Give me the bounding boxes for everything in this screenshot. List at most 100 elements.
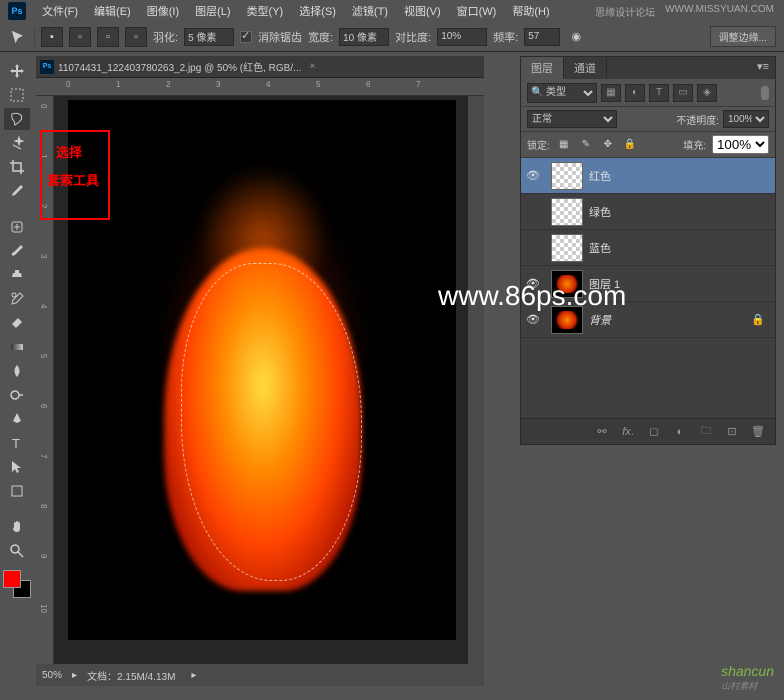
delete-layer-icon[interactable]: 🗑 bbox=[749, 423, 767, 441]
blur-tool[interactable] bbox=[4, 360, 30, 382]
panels: 图层 通道 ▾≡ 🔍 类型 ▦ ◐ T ▭ ◈ 正常 不透明度: 100% 锁定… bbox=[520, 56, 776, 447]
healing-brush-tool[interactable] bbox=[4, 216, 30, 238]
layer-thumbnail[interactable] bbox=[551, 198, 583, 226]
brush-tool[interactable] bbox=[4, 240, 30, 262]
menu-edit[interactable]: 编辑(E) bbox=[88, 1, 137, 21]
path-selection-tool[interactable] bbox=[4, 456, 30, 478]
pen-pressure-icon[interactable]: ◉ bbox=[566, 27, 586, 47]
width-input[interactable] bbox=[339, 28, 389, 46]
annotation-line1: 选择 bbox=[56, 142, 82, 161]
shape-tool[interactable] bbox=[4, 480, 30, 502]
doc-info-icon[interactable]: ▸ bbox=[72, 670, 77, 681]
magic-wand-tool[interactable] bbox=[4, 132, 30, 154]
layers-panel: 图层 通道 ▾≡ 🔍 类型 ▦ ◐ T ▭ ◈ 正常 不透明度: 100% 锁定… bbox=[520, 56, 776, 445]
zoom-tool[interactable] bbox=[4, 540, 30, 562]
antialias-checkbox[interactable] bbox=[240, 31, 252, 43]
lock-pixels-icon[interactable]: ✎ bbox=[578, 137, 594, 153]
clone-stamp-tool[interactable] bbox=[4, 264, 30, 286]
lasso-tool[interactable] bbox=[4, 108, 30, 130]
hand-tool[interactable] bbox=[4, 516, 30, 538]
layer-row[interactable]: 蓝色 bbox=[521, 230, 775, 266]
scrollbar-vertical[interactable] bbox=[468, 96, 484, 664]
feather-input[interactable] bbox=[184, 28, 234, 46]
fill-input[interactable]: 100% bbox=[712, 135, 769, 154]
blend-mode-select[interactable]: 正常 bbox=[527, 110, 617, 128]
pen-tool[interactable] bbox=[4, 408, 30, 430]
visibility-toggle[interactable]: 👁 bbox=[521, 169, 545, 182]
tool-preset-icon[interactable] bbox=[8, 27, 28, 47]
selection-marquee bbox=[181, 263, 363, 582]
color-swatches[interactable] bbox=[3, 570, 31, 598]
contrast-input[interactable] bbox=[437, 28, 487, 46]
layer-lock-row: 锁定: ▦ ✎ ✥ 🔒 填充: 100% bbox=[521, 132, 775, 158]
layer-thumbnail[interactable] bbox=[551, 234, 583, 262]
subtract-selection-button[interactable]: ▫ bbox=[97, 27, 119, 47]
tab-layers[interactable]: 图层 bbox=[521, 57, 564, 79]
lock-position-icon[interactable]: ✥ bbox=[600, 137, 616, 153]
menu-layer[interactable]: 图层(L) bbox=[189, 1, 236, 21]
layer-name[interactable]: 绿色 bbox=[589, 204, 611, 220]
close-icon[interactable]: × bbox=[309, 61, 315, 72]
layer-group-icon[interactable]: 🗀 bbox=[697, 423, 715, 441]
filesize: 文档：2.15M/4.13M bbox=[87, 668, 175, 683]
layer-name[interactable]: 蓝色 bbox=[589, 240, 611, 256]
history-brush-tool[interactable] bbox=[4, 288, 30, 310]
filter-type-icon[interactable]: T bbox=[649, 84, 669, 102]
filter-shape-icon[interactable]: ▭ bbox=[673, 84, 693, 102]
gradient-tool[interactable] bbox=[4, 336, 30, 358]
menu-file[interactable]: 文件(F) bbox=[36, 1, 84, 21]
eyedropper-tool[interactable] bbox=[4, 180, 30, 202]
opacity-input[interactable]: 100% bbox=[723, 110, 769, 128]
refine-edge-button[interactable]: 调整边缘... bbox=[710, 26, 776, 47]
layer-thumbnail[interactable] bbox=[551, 162, 583, 190]
menu-view[interactable]: 视图(V) bbox=[398, 1, 447, 21]
filter-toggle[interactable] bbox=[761, 86, 769, 100]
antialias-label: 消除锯齿 bbox=[258, 29, 302, 45]
dodge-tool[interactable] bbox=[4, 384, 30, 406]
svg-text:T: T bbox=[12, 436, 20, 451]
width-label: 宽度: bbox=[308, 29, 333, 45]
type-tool[interactable]: T bbox=[4, 432, 30, 454]
menu-type[interactable]: 类型(Y) bbox=[241, 1, 290, 21]
ps-logo-icon: Ps bbox=[8, 2, 26, 20]
link-layers-icon[interactable]: ⚯ bbox=[593, 423, 611, 441]
layer-row[interactable]: 绿色 bbox=[521, 194, 775, 230]
layer-name[interactable]: 红色 bbox=[589, 168, 611, 184]
menu-image[interactable]: 图像(I) bbox=[141, 1, 185, 21]
menu-select[interactable]: 选择(S) bbox=[293, 1, 342, 21]
eraser-tool[interactable] bbox=[4, 312, 30, 334]
menu-help[interactable]: 帮助(H) bbox=[506, 1, 555, 21]
layer-fx-icon[interactable]: fx. bbox=[619, 423, 637, 441]
adjustment-layer-icon[interactable]: ◐ bbox=[671, 423, 689, 441]
zoom-level[interactable]: 50% bbox=[42, 670, 62, 681]
marquee-tool[interactable] bbox=[4, 84, 30, 106]
crop-tool[interactable] bbox=[4, 156, 30, 178]
canvas-viewport[interactable] bbox=[54, 96, 468, 664]
tab-channels[interactable]: 通道 bbox=[564, 57, 607, 79]
layer-row[interactable]: 👁 红色 bbox=[521, 158, 775, 194]
feather-label: 羽化: bbox=[153, 29, 178, 45]
layer-filter-row: 🔍 类型 ▦ ◐ T ▭ ◈ bbox=[521, 79, 775, 107]
filter-smart-icon[interactable]: ◈ bbox=[697, 84, 717, 102]
intersect-selection-button[interactable]: ▫ bbox=[125, 27, 147, 47]
canvas[interactable] bbox=[68, 100, 456, 640]
new-layer-icon[interactable]: ⊡ bbox=[723, 423, 741, 441]
frequency-input[interactable] bbox=[524, 28, 560, 46]
lock-all-icon[interactable]: 🔒 bbox=[622, 137, 638, 153]
filter-adjust-icon[interactable]: ◐ bbox=[625, 84, 645, 102]
document-tab[interactable]: Ps 11074431_122403780263_2.jpg @ 50% (红色… bbox=[36, 56, 484, 78]
menu-window[interactable]: 窗口(W) bbox=[451, 1, 503, 21]
filter-pixel-icon[interactable]: ▦ bbox=[601, 84, 621, 102]
move-tool[interactable] bbox=[4, 60, 30, 82]
new-selection-button[interactable]: ▪ bbox=[41, 27, 63, 47]
lock-transparency-icon[interactable]: ▦ bbox=[556, 137, 572, 153]
layer-name[interactable]: 背景 bbox=[589, 312, 611, 328]
visibility-toggle[interactable]: 👁 bbox=[521, 313, 545, 326]
panel-menu-icon[interactable]: ▾≡ bbox=[751, 57, 775, 79]
layer-mask-icon[interactable]: ◻ bbox=[645, 423, 663, 441]
foreground-color[interactable] bbox=[3, 570, 21, 588]
add-selection-button[interactable]: ▫ bbox=[69, 27, 91, 47]
layer-blend-row: 正常 不透明度: 100% bbox=[521, 107, 775, 132]
status-bar: 50% ▸ 文档：2.15M/4.13M ▸ bbox=[36, 664, 484, 686]
menu-filter[interactable]: 滤镜(T) bbox=[346, 1, 394, 21]
